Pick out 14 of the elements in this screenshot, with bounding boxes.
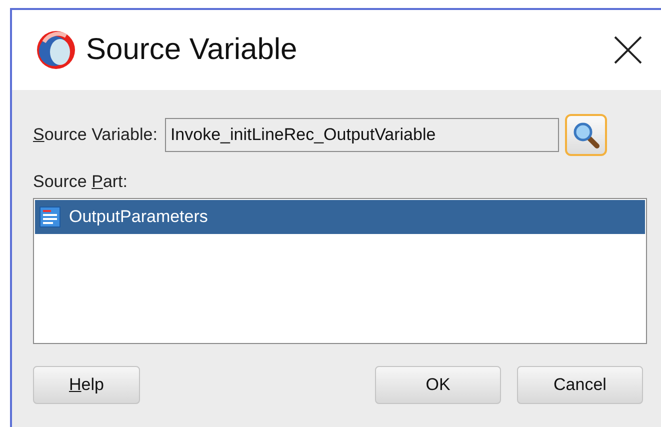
- source-part-label: Source Part:: [33, 172, 128, 192]
- source-variable-label: Source Variable:: [33, 125, 158, 145]
- source-variable-field[interactable]: Invoke_initLineRec_OutputVariable: [165, 118, 560, 152]
- list-item[interactable]: OutputParameters: [35, 200, 645, 234]
- dialog-button[interactable]: Help: [33, 366, 140, 404]
- search-button[interactable]: [565, 114, 608, 156]
- dialog-button[interactable]: OK: [375, 366, 501, 404]
- source-part-list[interactable]: OutputParameters: [33, 198, 647, 344]
- search-icon: [572, 121, 600, 149]
- document-icon: [39, 206, 61, 228]
- close-icon[interactable]: [613, 35, 643, 65]
- window-title: Source Variable: [86, 33, 298, 67]
- app-logo-icon: [36, 30, 76, 70]
- dialog-button[interactable]: Cancel: [517, 366, 643, 404]
